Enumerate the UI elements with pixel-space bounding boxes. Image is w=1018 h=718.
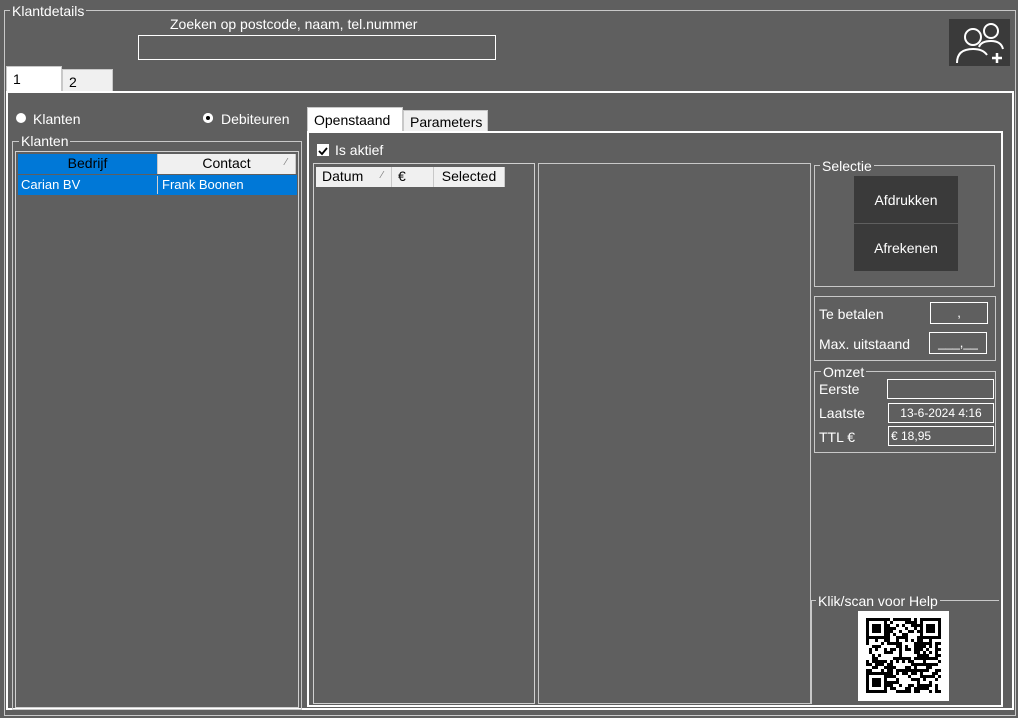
qr-code-icon [866,618,941,693]
help-qr-button[interactable] [858,611,949,701]
max-uitstaand-label: Max. uitstaand [819,336,911,352]
laatste-field: 13-6-2024 4:16 [888,403,994,423]
laatste-value: 13-6-2024 4:16 [900,406,982,420]
te-betalen-field[interactable]: , [930,302,988,324]
klanten-group-title: Klanten [19,133,71,149]
debiteuren-radio-label: Debiteuren [221,111,290,127]
te-betalen-label: Te betalen [819,306,884,322]
table-row[interactable]: Carian BV Frank Boonen [18,175,297,195]
datum-header-label: Datum [322,168,364,184]
check-icon [318,147,328,156]
sort-icon: ⁄ [381,170,383,181]
klanten-radio-label: Klanten [33,111,81,127]
laatste-label: Laatste [819,405,865,421]
add-user-icon [956,23,1004,64]
selectie-title: Selectie [820,158,874,174]
search-input[interactable] [138,35,496,60]
sort-icon: ⁄ [285,157,287,168]
tab-parameters[interactable]: Parameters [403,110,488,132]
help-group-border-left [811,600,812,704]
tab-2[interactable]: 2 [62,69,113,92]
te-betalen-value: , [957,305,961,320]
column-header-contact[interactable]: Contact ⁄ [158,154,296,174]
column-header-selected[interactable]: Selected [434,167,505,187]
ttl-value: € 18,95 [891,429,932,443]
cell-bedrijf: Carian BV [18,176,158,194]
eerste-field [887,379,994,399]
debiteuren-radio[interactable] [203,113,213,123]
klanten-radio[interactable] [16,113,26,123]
search-label: Zoeken op postcode, naam, tel.nummer [170,16,418,32]
ttl-label: TTL € [819,429,856,445]
cell-contact: Frank Boonen [162,177,244,192]
openstaand-grid[interactable]: Datum ⁄ € Selected [313,163,535,704]
afrekenen-button[interactable]: Afrekenen [854,224,958,271]
detail-panel [538,163,811,704]
help-title: Klik/scan voor Help [816,593,940,609]
max-uitstaand-value: ___,__ [938,335,978,350]
klanten-grid[interactable]: Bedrijf Contact ⁄ Carian BV Frank Boonen [15,151,299,708]
column-header-euro[interactable]: € [392,167,434,187]
omzet-title: Omzet [821,364,867,380]
ttl-field: € 18,95 [888,426,994,446]
afdrukken-button[interactable]: Afdrukken [854,176,958,223]
contact-header-label: Contact [202,155,251,171]
add-user-button[interactable] [949,19,1010,66]
is-aktief-label: Is aktief [335,142,384,158]
max-uitstaand-field[interactable]: ___,__ [929,332,987,354]
klantdetails-title: Klantdetails [10,3,87,19]
column-header-bedrijf[interactable]: Bedrijf [18,154,158,174]
tab-1[interactable]: 1 [6,66,62,92]
tab-openstaand[interactable]: Openstaand [307,107,403,132]
is-aktief-checkbox[interactable] [317,144,329,156]
column-header-datum[interactable]: Datum ⁄ [316,167,392,187]
eerste-label: Eerste [819,381,860,397]
